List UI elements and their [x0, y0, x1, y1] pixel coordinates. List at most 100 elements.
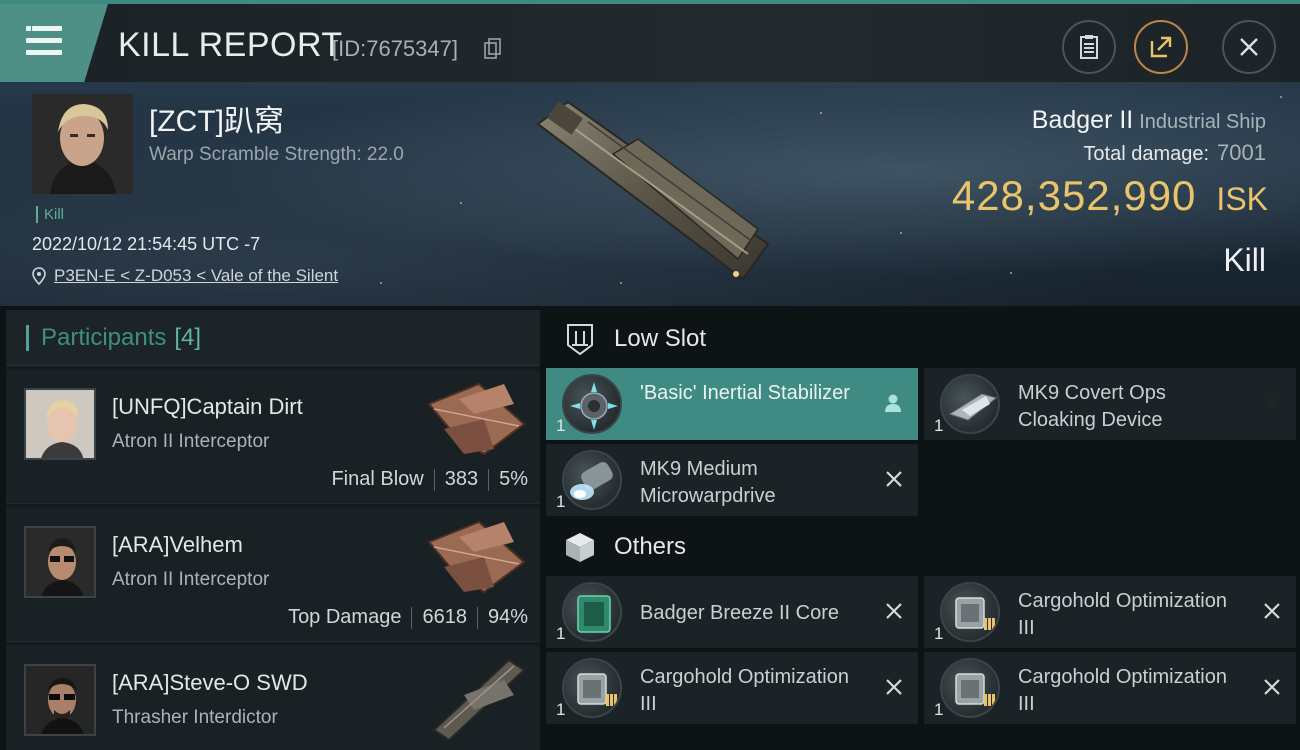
destroyed-x-icon	[1264, 395, 1280, 411]
section-marker	[26, 324, 29, 351]
close-icon	[1240, 38, 1258, 56]
cloaking-device-icon	[940, 374, 1000, 434]
participant-stats: Top Damage 6618 94%	[288, 606, 528, 629]
participant-avatar[interactable]	[24, 664, 96, 736]
module-name: Cargohold Optimization III	[640, 666, 849, 715]
module-quantity: 1	[556, 700, 566, 719]
destroyed-x-icon	[886, 471, 902, 487]
participant-name[interactable]: [UNFQ]Captain Dirt	[112, 394, 303, 420]
top-bar: KILL REPORT [ID:7675347]	[0, 0, 1300, 82]
participant-ship-image	[427, 520, 526, 594]
destroyed-x-icon	[1264, 679, 1280, 695]
others-header: Others	[548, 518, 1298, 576]
participants-count: [4]	[174, 323, 202, 351]
module-quantity: 1	[934, 416, 944, 435]
participant-percent: 5%	[499, 468, 528, 490]
participant-stats: Final Blow 383 5%	[331, 468, 528, 491]
victim-ship-class: Industrial Ship	[1139, 111, 1266, 133]
victim-banner: [ZCT]趴窝 Warp Scramble Strength: 22.0 Kil…	[0, 82, 1300, 306]
participant-name[interactable]: [ARA]Velhem	[112, 532, 243, 558]
participants-label: Participants	[41, 323, 167, 351]
module-item[interactable]: 1 Badger Breeze II Core	[546, 576, 918, 648]
module-name: Cargohold Optimization III	[1018, 666, 1227, 715]
kill-location[interactable]: P3EN-E < Z-D053 < Vale of the Silent	[32, 266, 338, 286]
kill-datetime: 2022/10/12 21:54:45 UTC -7	[32, 234, 261, 254]
participant-ship: Atron II Interceptor	[112, 431, 270, 452]
page-title: KILL REPORT	[118, 26, 343, 64]
participant-role: Top Damage	[288, 606, 402, 628]
clipboard-button[interactable]	[1062, 20, 1116, 74]
participant-ship: Thrasher Interdictor	[112, 707, 278, 728]
location-link[interactable]: P3EN-E < Z-D053 < Vale of the Silent	[54, 266, 338, 286]
participant-role: Final Blow	[331, 468, 424, 490]
module-name: Cargohold Optimization III	[1018, 590, 1227, 639]
share-icon	[1150, 36, 1172, 58]
ship-core-icon	[562, 582, 622, 642]
participant-damage: 383	[444, 468, 479, 490]
module-quantity: 1	[556, 416, 566, 435]
microwarpdrive-icon	[562, 450, 622, 510]
total-damage: Total damage: 7001	[1083, 140, 1266, 166]
participants-panel: Participants [4] [UNFQ]Captain Dirt Atro…	[6, 310, 540, 750]
victim-ship-image	[536, 100, 770, 281]
module-quantity: 1	[934, 624, 944, 643]
kill-result: Kill	[1223, 242, 1266, 278]
destroyed-x-icon	[886, 603, 902, 619]
participant-row[interactable]: [ARA]Velhem Atron II Interceptor Top Dam…	[6, 508, 540, 642]
participant-damage: 6618	[422, 606, 467, 628]
low-slot-header: Low Slot	[548, 310, 1298, 368]
inertial-stabilizer-icon	[562, 374, 622, 434]
kill-tag: Kill	[36, 206, 64, 223]
total-damage-value: 7001	[1217, 140, 1266, 165]
module-quantity: 1	[556, 492, 566, 511]
isk-unit: ISK	[1216, 181, 1268, 217]
victim-avatar[interactable]	[32, 94, 133, 194]
person-icon	[885, 394, 901, 412]
destroyed-x-icon	[886, 679, 902, 695]
location-pin-icon	[32, 267, 46, 285]
module-name: MK9 Covert Ops Cloaking Device	[1018, 382, 1166, 431]
menu-icon	[26, 26, 62, 58]
module-name: Badger Breeze II Core	[640, 602, 839, 624]
participant-avatar[interactable]	[24, 526, 96, 598]
report-id: [ID:7675347]	[332, 36, 458, 61]
participants-header[interactable]: Participants [4]	[6, 310, 540, 366]
module-item[interactable]: 1 MK9 Covert Ops Cloaking Device	[924, 368, 1296, 440]
participant-name[interactable]: [ARA]Steve-O SWD	[112, 670, 308, 696]
module-item[interactable]: 1 Cargohold Optimization III	[924, 652, 1296, 724]
cargohold-optimization-icon	[562, 658, 622, 718]
module-quantity: 1	[556, 624, 566, 643]
module-name: 'Basic' Inertial Stabilizer	[640, 382, 850, 404]
participant-avatar[interactable]	[24, 388, 96, 460]
warp-scramble-strength: Warp Scramble Strength: 22.0	[149, 144, 404, 165]
participant-ship-image	[427, 382, 526, 456]
others-label: Others	[614, 533, 687, 560]
module-item[interactable]: 1 'Basic' Inertial Stabilizer	[546, 368, 918, 440]
participant-ship-image	[432, 658, 526, 740]
cargohold-optimization-icon	[940, 658, 1000, 718]
low-slot-label: Low Slot	[614, 325, 707, 352]
copy-icon[interactable]	[484, 38, 502, 60]
clipboard-icon	[1080, 35, 1098, 59]
participant-row[interactable]: [ARA]Steve-O SWD Thrasher Interdictor	[6, 646, 540, 750]
module-item[interactable]: 1 Cargohold Optimization III	[924, 576, 1296, 648]
cargohold-optimization-icon	[940, 582, 1000, 642]
total-damage-label: Total damage:	[1083, 143, 1210, 165]
cargo-box-icon	[566, 533, 594, 562]
victim-ship: Badger II Industrial Ship	[1032, 106, 1266, 135]
menu-button[interactable]	[0, 4, 108, 82]
participant-ship: Atron II Interceptor	[112, 569, 270, 590]
module-item[interactable]: 1 MK9 Medium Microwarpdrive	[546, 444, 918, 516]
close-button[interactable]	[1222, 20, 1276, 74]
isk-value-line: 428,352,990 ISK	[952, 172, 1268, 220]
participant-row[interactable]: [UNFQ]Captain Dirt Atron II Interceptor …	[6, 370, 540, 504]
module-quantity: 1	[934, 700, 944, 719]
module-item[interactable]: 1 Cargohold Optimization III	[546, 652, 918, 724]
isk-value: 428,352,990	[951, 172, 1197, 219]
module-name: MK9 Medium Microwarpdrive	[640, 458, 776, 507]
participant-percent: 94%	[487, 606, 528, 628]
share-button[interactable]	[1134, 20, 1188, 74]
victim-name[interactable]: [ZCT]趴窝	[149, 96, 284, 140]
victim-ship-name[interactable]: Badger II	[1032, 106, 1133, 134]
destroyed-x-icon	[1264, 603, 1280, 619]
